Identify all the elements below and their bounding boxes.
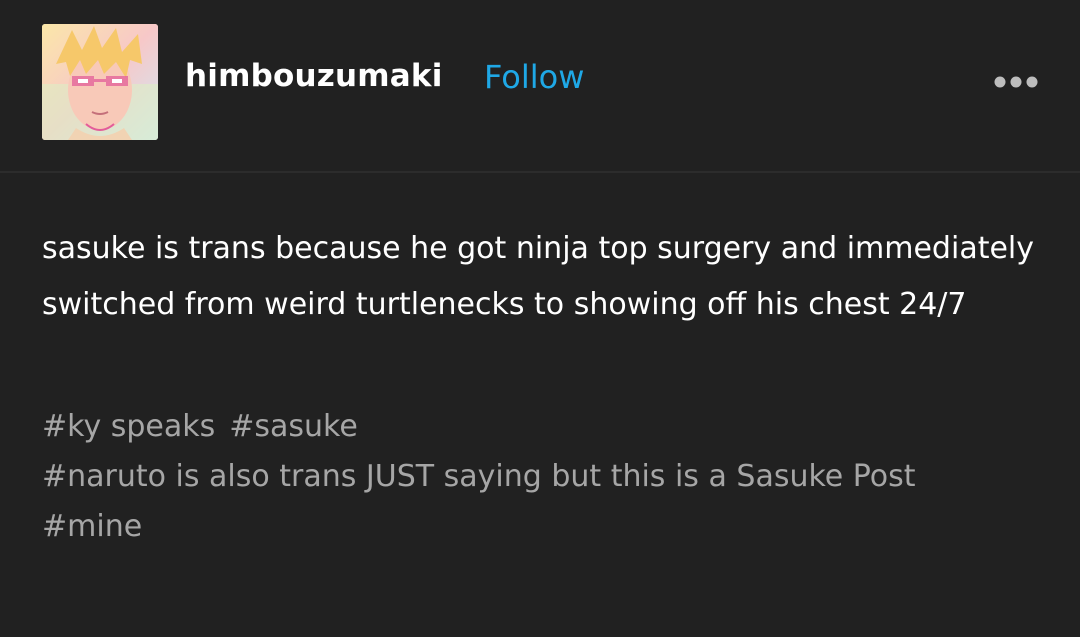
post-header: himbouzumaki Follow: [0, 0, 1080, 172]
post-body-text: sasuke is trans because he got ninja top…: [42, 231, 1035, 322]
more-options-button[interactable]: [992, 72, 1040, 92]
tag-link[interactable]: #sasuke: [229, 409, 358, 444]
author-username[interactable]: himbouzumaki: [185, 58, 443, 94]
tag-line: #naruto is also trans JUST saying but th…: [42, 452, 1042, 502]
post-tags: #ky speaks #sasuke #naruto is also trans …: [42, 402, 1042, 552]
avatar[interactable]: [42, 24, 158, 140]
header-divider: [0, 171, 1080, 173]
tag-link[interactable]: #mine: [42, 509, 142, 544]
tag-line: #ky speaks #sasuke: [42, 402, 1042, 452]
tag-link[interactable]: #naruto is also trans JUST saying but th…: [42, 459, 916, 494]
anime-avatar-icon: [42, 24, 158, 140]
tag-line: #mine: [42, 502, 1042, 552]
tag-link[interactable]: #ky speaks: [42, 409, 215, 444]
more-options-icon: [994, 76, 1038, 88]
follow-button[interactable]: Follow: [484, 58, 584, 96]
